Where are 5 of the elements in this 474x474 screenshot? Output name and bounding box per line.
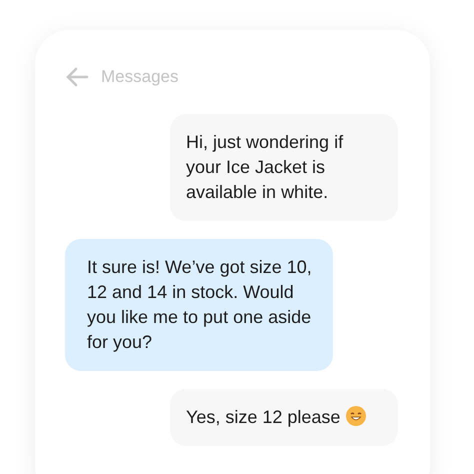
back-arrow-icon[interactable] [65,66,89,87]
message-bubble: It sure is! We’ve got size 10, 12 and 14 in stock. Would you like me to put one aside for you? [65,238,333,370]
header-title: Messages [101,66,178,88]
message-bubble: Yes, size 12 please [170,388,398,446]
message-bubble: Hi, just wondering if your Ice Jacket is available in white. [170,114,398,220]
